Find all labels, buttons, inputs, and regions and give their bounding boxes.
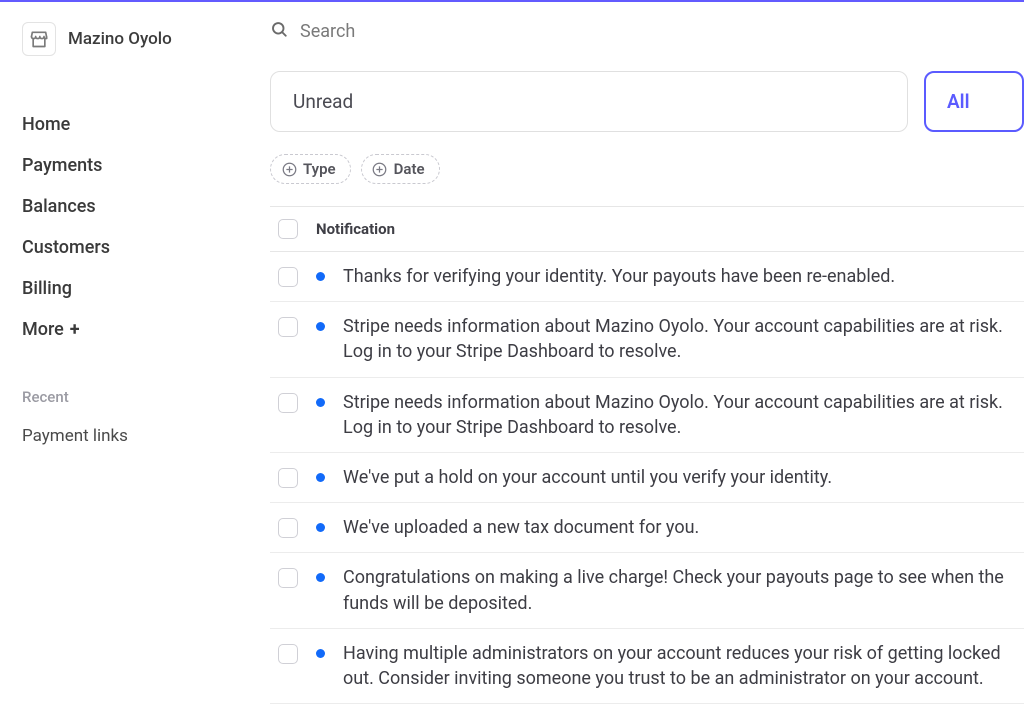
notification-text: Congratulations on making a live charge!… — [343, 565, 1016, 615]
brand-name: Mazino Oyolo — [68, 29, 172, 49]
sidebar-item-more[interactable]: More + — [22, 309, 270, 350]
plus-icon: + — [70, 319, 80, 340]
search-placeholder: Search — [300, 21, 355, 42]
table-row[interactable]: Congratulations on making a live charge!… — [270, 553, 1024, 628]
select-all-checkbox[interactable] — [278, 219, 298, 239]
notification-text: Stripe needs information about Mazino Oy… — [343, 390, 1016, 440]
sidebar-item-label: Billing — [22, 278, 72, 299]
store-icon — [22, 22, 56, 56]
table-row[interactable]: Stripe needs information about Mazino Oy… — [270, 378, 1024, 453]
table-row[interactable]: Having multiple administrators on your a… — [270, 629, 1024, 704]
row-checkbox[interactable] — [278, 267, 298, 287]
recent-item-label: Payment links — [22, 426, 128, 446]
recent-heading: Recent — [22, 388, 270, 406]
sidebar-item-balances[interactable]: Balances — [22, 186, 270, 227]
notification-text: Thanks for verifying your identity. Your… — [343, 264, 895, 289]
table-row[interactable]: Thanks for verifying your identity. Your… — [270, 252, 1024, 302]
filter-label: Type — [303, 160, 336, 178]
unread-dot-icon — [316, 573, 325, 582]
unread-dot-icon — [316, 272, 325, 281]
notification-text: Having multiple administrators on your a… — [343, 641, 1016, 691]
unread-dot-icon — [316, 473, 325, 482]
sidebar-item-label: Home — [22, 114, 70, 135]
filter-label: Date — [394, 160, 425, 178]
unread-dot-icon — [316, 398, 325, 407]
sidebar-item-label: Payments — [22, 155, 102, 176]
table-row[interactable]: We've put a hold on your account until y… — [270, 453, 1024, 503]
sidebar-item-label: Customers — [22, 237, 110, 258]
notification-text: We've put a hold on your account until y… — [343, 465, 832, 490]
sidebar-item-label: Balances — [22, 196, 96, 217]
table-row[interactable]: We've uploaded a new tax document for yo… — [270, 503, 1024, 553]
filter-type[interactable]: Type — [270, 154, 351, 184]
sidebar-item-customers[interactable]: Customers — [22, 227, 270, 268]
row-checkbox[interactable] — [278, 468, 298, 488]
row-checkbox[interactable] — [278, 568, 298, 588]
recent-item-payment-links[interactable]: Payment links — [22, 420, 270, 452]
unread-dot-icon — [316, 523, 325, 532]
tab-label: Unread — [293, 90, 353, 113]
unread-dot-icon — [316, 322, 325, 331]
tab-unread[interactable]: Unread — [270, 71, 908, 132]
column-header-notification: Notification — [316, 220, 395, 238]
plus-circle-icon — [281, 161, 297, 177]
filter-date[interactable]: Date — [361, 154, 440, 184]
sidebar-item-home[interactable]: Home — [22, 104, 270, 145]
plus-circle-icon — [372, 161, 388, 177]
sidebar: Mazino Oyolo Home Payments Balances Cust… — [0, 2, 270, 708]
main-content: Search Unread All Type — [270, 2, 1024, 708]
row-checkbox[interactable] — [278, 393, 298, 413]
search-icon — [270, 20, 288, 43]
unread-dot-icon — [316, 649, 325, 658]
table-header: Notification — [270, 206, 1024, 252]
notification-text: Stripe needs information about Mazino Oy… — [343, 314, 1016, 364]
row-checkbox[interactable] — [278, 644, 298, 664]
sidebar-item-label: More — [22, 319, 64, 340]
tab-label: All — [947, 90, 970, 113]
sidebar-item-payments[interactable]: Payments — [22, 145, 270, 186]
search-bar[interactable]: Search — [270, 20, 1024, 43]
row-checkbox[interactable] — [278, 518, 298, 538]
notification-text: We've uploaded a new tax document for yo… — [343, 515, 699, 540]
brand[interactable]: Mazino Oyolo — [22, 22, 270, 56]
row-checkbox[interactable] — [278, 317, 298, 337]
sidebar-item-billing[interactable]: Billing — [22, 268, 270, 309]
tab-all[interactable]: All — [924, 71, 1024, 132]
tabs: Unread All — [270, 71, 1024, 132]
table-row[interactable]: Stripe needs information about Mazino Oy… — [270, 302, 1024, 377]
filters: Type Date — [270, 154, 1024, 184]
